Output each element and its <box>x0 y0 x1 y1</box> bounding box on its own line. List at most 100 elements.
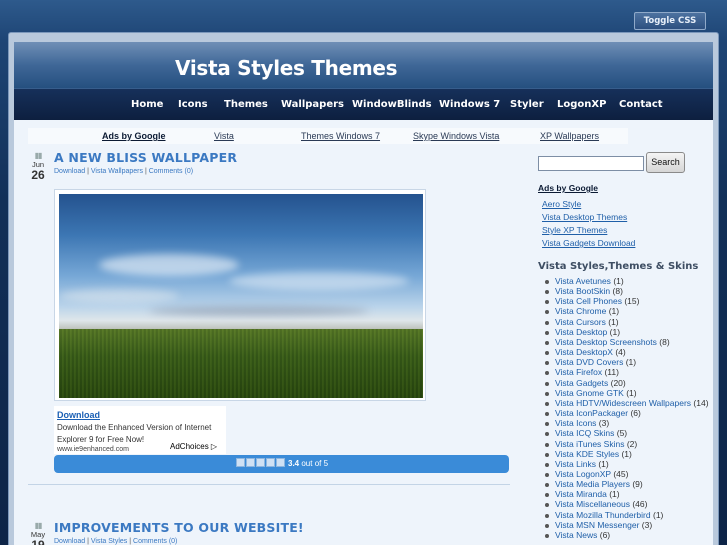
sidebar-category-item: Vista Gnome GTK (1) <box>544 388 714 398</box>
sidebar-category-count: (20) <box>610 377 626 388</box>
sidebar-category-link[interactable]: Vista MSN Messenger <box>555 520 639 530</box>
post-title[interactable]: IMPROVEMENTS TO OUR WEBSITE! <box>54 520 304 535</box>
sidebar-category-link[interactable]: Vista LogonXP <box>555 469 611 479</box>
sidebar-category-link[interactable]: Vista Desktop <box>555 327 607 337</box>
sidebar-category-count: (5) <box>616 428 628 439</box>
sidebar-category-link[interactable]: Vista Cell Phones <box>555 296 622 306</box>
sidebar-category-link[interactable]: Vista iTunes Skins <box>555 439 624 449</box>
sidebar-category-count: (1) <box>613 276 624 286</box>
sidebar-category-item: Vista HDTV/Widescreen Wallpapers (14) <box>544 398 714 408</box>
post-category-vista-wallpapers[interactable]: Vista Wallpapers <box>91 168 143 175</box>
rating-star-icon[interactable] <box>266 458 275 467</box>
nav-contact[interactable]: Contact <box>619 99 663 110</box>
post-meta: Download | Vista Wallpapers | Comments (… <box>54 168 194 175</box>
sidebar-category-item: Vista Icons (3) <box>544 418 714 428</box>
rating-star-icon[interactable] <box>236 458 245 467</box>
ad-link-vista[interactable]: Vista <box>214 131 234 141</box>
sidebar-category-item: Vista ICQ Skins (5) <box>544 428 714 438</box>
sidebar-category-link[interactable]: Vista Media Players <box>555 479 630 489</box>
sidebar-category-count: (8) <box>659 336 670 347</box>
sidebar-category-link[interactable]: Vista ICQ Skins <box>555 428 614 438</box>
sidebar-category-link[interactable]: Vista Gadgets <box>555 378 608 388</box>
sidebar-category-link[interactable]: Vista Links <box>555 459 596 469</box>
ad-link-bar: Ads by Google Vista Themes Windows 7 Sky… <box>28 128 628 144</box>
ad-link-xp-wallpapers[interactable]: XP Wallpapers <box>540 131 599 141</box>
search-input[interactable] <box>538 156 644 171</box>
sidebar-category-link[interactable]: Vista Gnome GTK <box>555 388 624 398</box>
calendar-rings-icon: ▮▮ <box>34 521 43 530</box>
sidebar-category-link[interactable]: Vista Icons <box>555 418 596 428</box>
sidebar-category-link[interactable]: Vista Desktop Screenshots <box>555 337 657 347</box>
sidebar-category-item: Vista iTunes Skins (2) <box>544 439 714 449</box>
post-comments-link[interactable]: Comments (0) <box>133 538 177 545</box>
sidebar-category-item: Vista Mozilla Thunderbird (1) <box>544 510 714 520</box>
sidebar-category-link[interactable]: Vista Mozilla Thunderbird <box>555 510 651 520</box>
nav-styler[interactable]: Styler <box>510 99 544 110</box>
sidebar-ad-link-style-xp-themes[interactable]: Style XP Themes <box>542 225 607 235</box>
sidebar-category-link[interactable]: Vista IconPackager <box>555 408 628 418</box>
post-divider <box>28 484 510 485</box>
sidebar-category-count: (2) <box>626 438 638 449</box>
sidebar-ad-link-aero-style[interactable]: Aero Style <box>542 199 581 209</box>
rating-star-icon[interactable] <box>246 458 255 467</box>
site-title[interactable]: Vista Styles Themes <box>175 56 398 80</box>
ad-link-skype-windows-vista[interactable]: Skype Windows Vista <box>413 131 499 141</box>
bliss-wallpaper-image[interactable] <box>59 194 423 398</box>
sidebar-category-link[interactable]: Vista HDTV/Widescreen Wallpapers <box>555 398 691 408</box>
ad-link-themes-windows-7[interactable]: Themes Windows 7 <box>301 131 380 141</box>
sidebar-ad-link-vista-gadgets-download[interactable]: Vista Gadgets Download <box>542 238 635 248</box>
post-image-frame <box>54 189 426 401</box>
text-ad-title-link[interactable]: Download <box>57 410 100 420</box>
text-ad: Download Download the Enhanced Version o… <box>54 406 226 454</box>
sidebar-category-link[interactable]: Vista Avetunes <box>555 276 611 286</box>
rating-suffix: out of 5 <box>301 459 329 468</box>
sidebar-category-count: (14) <box>693 397 709 408</box>
sidebar-category-link[interactable]: Vista Cursors <box>555 317 606 327</box>
sidebar-category-count: (6) <box>599 529 611 540</box>
sidebar-category-link[interactable]: Vista DesktopX <box>555 347 613 357</box>
sidebar-category-item: Vista News (6) <box>544 530 714 540</box>
nav-icons[interactable]: Icons <box>178 99 208 110</box>
sidebar-category-count: (4) <box>615 347 626 358</box>
post-rating-bar: 3.4 out of 5 <box>54 455 509 473</box>
sidebar-category-link[interactable]: Vista News <box>555 530 597 540</box>
ads-by-google-label[interactable]: Ads by Google <box>102 131 166 141</box>
sidebar-ads-by-google[interactable]: Ads by Google <box>538 183 598 193</box>
sidebar-category-count: (9) <box>632 479 643 490</box>
sidebar-category-item: Vista Miranda (1) <box>544 489 714 499</box>
search-button[interactable]: Search <box>646 152 685 173</box>
sidebar-category-item: Vista Firefox (11) <box>544 367 714 377</box>
nav-windows-7[interactable]: Windows 7 <box>439 99 500 110</box>
sidebar-category-link[interactable]: Vista DVD Covers <box>555 357 623 367</box>
sidebar-category-link[interactable]: Vista BootSkin <box>555 286 610 296</box>
sidebar-category-link[interactable]: Vista KDE Styles <box>555 449 619 459</box>
post-title[interactable]: A NEW BLISS WALLPAPER <box>54 150 237 165</box>
post-category-vista-styles[interactable]: Vista Styles <box>91 538 127 545</box>
nav-windowblinds[interactable]: WindowBlinds <box>352 99 432 110</box>
sidebar-category-link[interactable]: Vista Chrome <box>555 306 606 316</box>
text-ad-url[interactable]: www.ie9enhanced.com <box>57 446 129 453</box>
rating-star-icon[interactable] <box>276 458 285 467</box>
post-category-download[interactable]: Download <box>54 538 85 545</box>
sidebar-category-link[interactable]: Vista Miscellaneous <box>555 499 630 509</box>
sidebar-category-item: Vista Cell Phones (15) <box>544 296 714 306</box>
sidebar-category-item: Vista KDE Styles (1) <box>544 449 714 459</box>
sidebar-category-link[interactable]: Vista Firefox <box>555 367 602 377</box>
nav-home[interactable]: Home <box>131 99 163 110</box>
sidebar-category-count: (1) <box>609 326 621 337</box>
sidebar-categories-heading: Vista Styles,Themes & Skins <box>538 261 699 272</box>
sidebar-category-item: Vista Gadgets (20) <box>544 378 714 388</box>
rating-star-icon[interactable] <box>256 458 265 467</box>
sidebar-ad-link-vista-desktop-themes[interactable]: Vista Desktop Themes <box>542 212 627 222</box>
nav-wallpapers[interactable]: Wallpapers <box>281 99 344 110</box>
post-comments-link[interactable]: Comments (0) <box>149 168 193 175</box>
nav-logonxp[interactable]: LogonXP <box>557 99 606 110</box>
sidebar-category-link[interactable]: Vista Miranda <box>555 489 607 499</box>
nav-themes[interactable]: Themes <box>224 99 268 110</box>
post-category-download[interactable]: Download <box>54 168 85 175</box>
post-date-badge: ▮▮ May 19 <box>29 522 47 545</box>
adchoices-link[interactable]: AdChoices ▷ <box>170 442 217 451</box>
sidebar-category-item: Vista DesktopX (4) <box>544 347 714 357</box>
toggle-css-button[interactable]: Toggle CSS <box>634 12 706 30</box>
rating-text: 3.4 out of 5 <box>288 459 328 468</box>
